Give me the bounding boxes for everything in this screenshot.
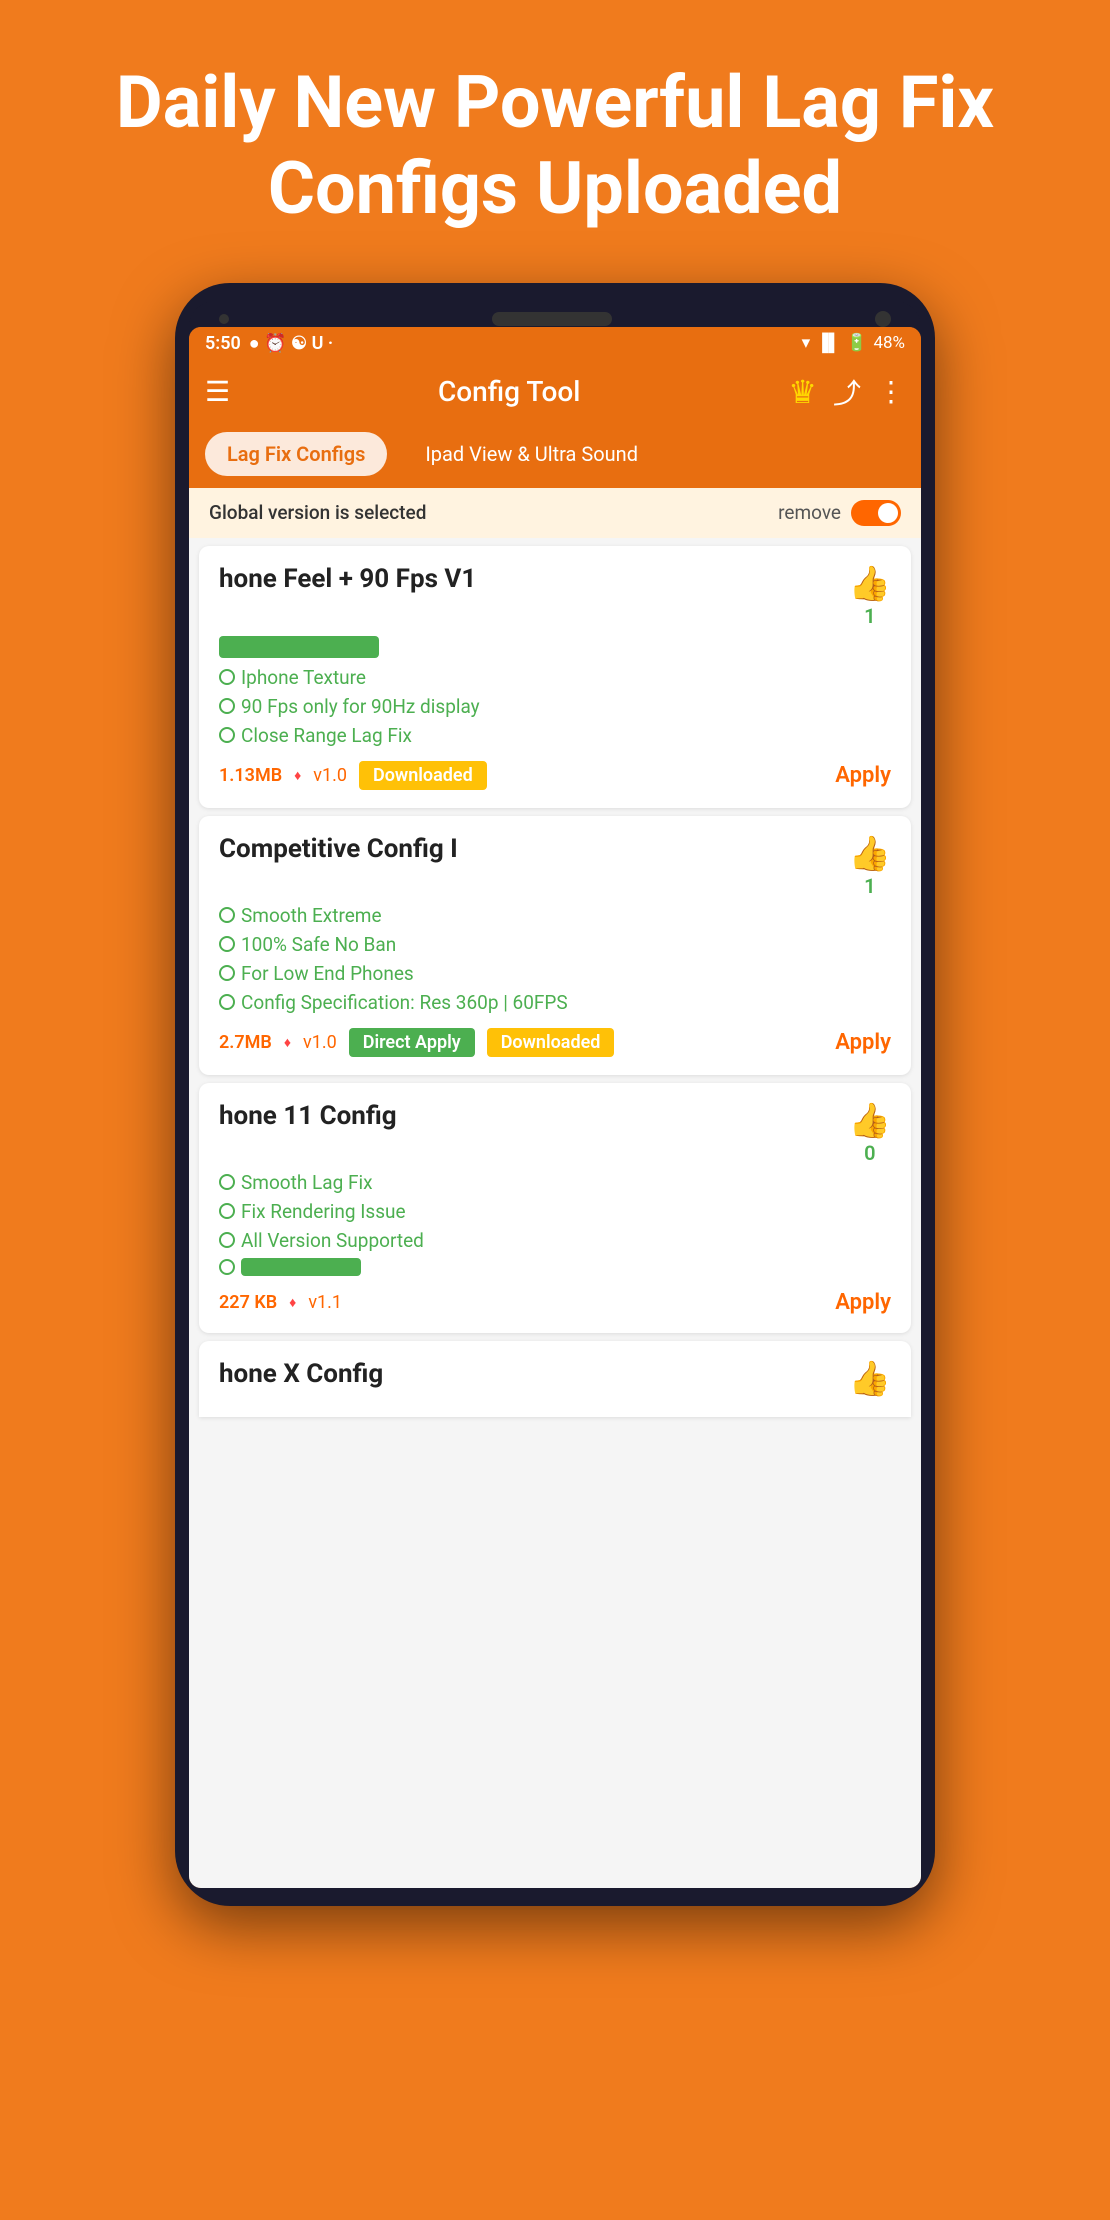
card-3-footer: 227 KB ♦ v1.1 Apply — [219, 1290, 891, 1315]
card-2-footer: 2.7MB ♦ v1.0 Direct Apply Downloaded App… — [219, 1028, 891, 1057]
feature-dot-icon — [219, 936, 235, 952]
card-2-feature-1: Smooth Extreme — [219, 904, 891, 927]
card-3-feature-4 — [219, 1258, 891, 1276]
card-3-header: hone 11 Config 👍 0 — [219, 1101, 891, 1165]
card-1-title: hone Feel + 90 Fps V1 — [219, 564, 476, 594]
toolbar: ☰ Config Tool ♛ ⤴ ⋮ — [189, 360, 921, 424]
feature-dot-icon — [219, 1174, 235, 1190]
card-2-header: Competitive Config I 👍 1 — [219, 834, 891, 898]
apply-button[interactable]: Apply — [835, 1030, 891, 1055]
card-2-feature-4: Config Specification: Res 360p | 60FPS — [219, 991, 891, 1014]
remove-label: remove — [778, 501, 841, 524]
card-2-feature-3: For Low End Phones — [219, 962, 891, 985]
battery-icon: 🔋 — [846, 333, 867, 353]
card-1-feature-1: Iphone Texture — [219, 666, 891, 689]
status-bar: 5:50 ● ⏰ ☯ U · ▾ ▐▌ 🔋 48% — [189, 327, 921, 360]
diamond-icon: ♦ — [289, 1294, 296, 1311]
feature-dot-icon — [219, 907, 235, 923]
phone-body: 5:50 ● ⏰ ☯ U · ▾ ▐▌ 🔋 48% ☰ Config Tool … — [175, 283, 935, 1906]
content-area: Global version is selected remove hone F… — [189, 488, 921, 1888]
thumb-up-icon[interactable]: 👍 — [849, 834, 891, 874]
feature-dot-icon — [219, 1259, 235, 1275]
card-1-feature-2: 90 Fps only for 90Hz display — [219, 695, 891, 718]
version-label: v1.0 — [313, 765, 347, 786]
feature-dot-icon — [219, 727, 235, 743]
card-4-header: hone X Config 👍 — [219, 1359, 891, 1399]
card-3-likes: 👍 0 — [849, 1101, 891, 1165]
file-size: 227 KB — [219, 1292, 277, 1313]
phone-dot — [219, 314, 229, 324]
card-1-feature-3: Close Range Lag Fix — [219, 724, 891, 747]
toggle-switch[interactable] — [851, 500, 901, 526]
phone-screen: 5:50 ● ⏰ ☯ U · ▾ ▐▌ 🔋 48% ☰ Config Tool … — [189, 327, 921, 1888]
hero-title: Daily New Powerful Lag Fix Configs Uploa… — [0, 0, 1110, 273]
card-3-feature-1: Smooth Lag Fix — [219, 1171, 891, 1194]
feature-dot-icon — [219, 669, 235, 685]
status-time: 5:50 ● ⏰ ☯ U · — [205, 333, 333, 354]
remove-row: remove — [778, 500, 901, 526]
status-right: ▾ ▐▌ 🔋 48% — [802, 333, 905, 353]
thumb-up-icon[interactable]: 👍 — [849, 1101, 891, 1141]
card-3: hone 11 Config 👍 0 Smooth Lag Fix Fix Re… — [199, 1083, 911, 1333]
thumb-up-icon[interactable]: 👍 — [849, 564, 891, 604]
card-4-partial: hone X Config 👍 — [199, 1341, 911, 1417]
version-label: v1.0 — [303, 1032, 337, 1053]
toolbar-title: Config Tool — [246, 375, 772, 408]
diamond-icon: ♦ — [284, 1034, 291, 1051]
like-count: 0 — [864, 1141, 875, 1165]
card-1-header: hone Feel + 90 Fps V1 👍 1 — [219, 564, 891, 628]
diamond-icon: ♦ — [294, 767, 301, 784]
card-1: hone Feel + 90 Fps V1 👍 1 Iphone Texture — [199, 546, 911, 808]
card-3-bar — [241, 1258, 361, 1276]
feature-dot-icon — [219, 698, 235, 714]
like-count: 1 — [864, 874, 875, 898]
wifi-icon: ▾ — [802, 333, 811, 353]
card-3-feature-3: All Version Supported — [219, 1229, 891, 1252]
card-1-footer: 1.13MB ♦ v1.0 Downloaded Apply — [219, 761, 891, 790]
card-2-title: Competitive Config I — [219, 834, 458, 864]
file-size: 1.13MB — [219, 765, 282, 786]
feature-dot-icon — [219, 1232, 235, 1248]
phone-camera — [875, 311, 891, 327]
global-banner: Global version is selected remove — [189, 488, 921, 538]
global-text: Global version is selected — [209, 501, 426, 524]
version-label: v1.1 — [308, 1292, 342, 1313]
tabs-bar: Lag Fix Configs Ipad View & Ultra Sound — [189, 424, 921, 488]
downloaded-badge: Downloaded — [359, 761, 487, 790]
card-2-likes: 👍 1 — [849, 834, 891, 898]
card-3-title: hone 11 Config — [219, 1101, 397, 1131]
file-size: 2.7MB — [219, 1032, 272, 1053]
card-1-feature-bar — [219, 636, 379, 658]
card-4-title: hone X Config — [219, 1359, 383, 1389]
card-2-feature-2: 100% Safe No Ban — [219, 933, 891, 956]
phone-mockup: 5:50 ● ⏰ ☯ U · ▾ ▐▌ 🔋 48% ☰ Config Tool … — [0, 273, 1110, 1906]
direct-apply-badge: Direct Apply — [349, 1028, 475, 1057]
like-count: 1 — [864, 604, 875, 628]
card-3-feature-2: Fix Rendering Issue — [219, 1200, 891, 1223]
status-dot: ● ⏰ ☯ U · — [249, 333, 333, 354]
feature-dot-icon — [219, 965, 235, 981]
tab-lag-fix[interactable]: Lag Fix Configs — [205, 432, 387, 476]
card-1-likes: 👍 1 — [849, 564, 891, 628]
signal-icon: ▐▌ — [816, 333, 840, 353]
card-4-likes: 👍 — [849, 1359, 891, 1399]
phone-notch — [189, 301, 921, 327]
share-icon[interactable]: ⤴ — [833, 372, 861, 412]
menu-icon[interactable]: ☰ — [205, 375, 230, 408]
feature-dot-icon — [219, 994, 235, 1010]
more-icon[interactable]: ⋮ — [877, 375, 905, 408]
phone-speaker — [492, 312, 612, 326]
apply-button[interactable]: Apply — [835, 1290, 891, 1315]
apply-button[interactable]: Apply — [835, 763, 891, 788]
card-2: Competitive Config I 👍 1 Smooth Extreme … — [199, 816, 911, 1075]
tab-ipad-view[interactable]: Ipad View & Ultra Sound — [403, 432, 660, 476]
crown-icon[interactable]: ♛ — [788, 373, 817, 411]
downloaded-badge: Downloaded — [487, 1028, 615, 1057]
thumb-up-icon[interactable]: 👍 — [849, 1359, 891, 1399]
feature-dot-icon — [219, 1203, 235, 1219]
